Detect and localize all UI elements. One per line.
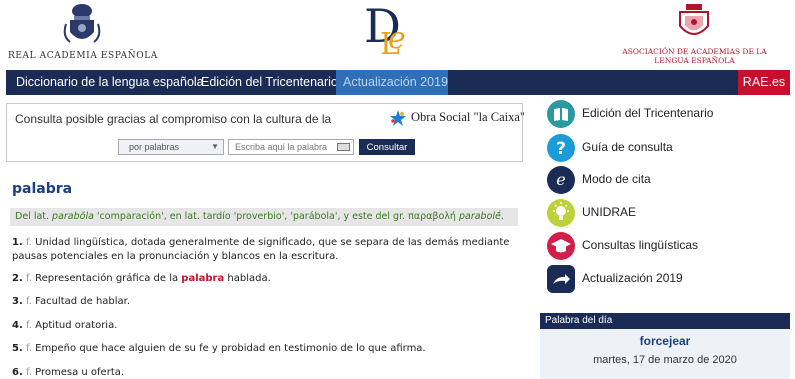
def-number: 2. — [12, 273, 23, 284]
sidebar-item-modo-cita[interactable]: e Modo de cita — [547, 166, 787, 196]
nav-diccionario[interactable]: Diccionario de la lengua española — [16, 70, 204, 95]
question-icon: ? — [547, 134, 575, 162]
keyboard-icon[interactable] — [337, 143, 350, 151]
etym-suffix: . — [500, 211, 504, 222]
def-text: Empeño que hace alguien de su fe y probi… — [35, 343, 426, 354]
consultar-button[interactable]: Consultar — [359, 139, 415, 155]
word-of-day-date: martes, 17 de marzo de 2020 — [593, 354, 737, 366]
sidebar-item-consultas[interactable]: Consultas lingüísticas — [547, 232, 787, 262]
sidebar-item-tricentenario[interactable]: Edición del Tricentenario — [547, 100, 787, 130]
asale-crest-icon — [679, 4, 709, 35]
definition-5: 5. f. Empeño que hace alguien de su fe y… — [12, 342, 426, 356]
sidebar-item-actualizacion[interactable]: Actualización 2019 — [547, 265, 787, 295]
svg-text:?: ? — [556, 139, 566, 159]
def-abbr[interactable]: f. — [26, 367, 32, 378]
svg-text:e: e — [556, 170, 565, 189]
etym-prefix: Del lat. — [15, 211, 53, 222]
book-icon — [547, 100, 575, 128]
svg-text:e: e — [388, 21, 406, 56]
definition-4: 4. f. Aptitud oratoria. — [12, 319, 117, 333]
graduation-cap-icon — [547, 232, 575, 260]
caixa-star-icon — [390, 110, 406, 126]
sponsor-name: Obra Social "la Caixa" — [411, 110, 525, 124]
definition-6: 6. f. Promesa u oferta. — [12, 366, 124, 379]
definition-1: 1. f. Unidad lingüística, dotada general… — [12, 236, 522, 264]
def-abbr[interactable]: f. — [26, 343, 32, 354]
sidebar-item-label: UNIDRAE — [582, 205, 637, 219]
search-mode-value: por palabras — [129, 142, 180, 152]
nav-tricentenario[interactable]: Edición del Tricentenario — [201, 70, 338, 95]
def-text: Promesa u oferta. — [35, 367, 125, 378]
def-text: Aptitud oratoria. — [35, 320, 118, 331]
search-panel: Consulta posible gracias al compromiso c… — [6, 103, 525, 162]
def-abbr[interactable]: f. — [26, 320, 32, 331]
rae-name: REAL ACADEMIA ESPAÑOLA — [8, 51, 158, 61]
sidebar-item-label: Modo de cita — [582, 172, 651, 186]
entry-headword: palabra — [12, 181, 73, 197]
etym-term-greek: parabolḗ — [458, 211, 501, 222]
definition-2: 2. f. Representación gráfica de la palab… — [12, 272, 271, 286]
definition-3: 3. f. Facultad de hablar. — [12, 295, 130, 309]
etymology: Del lat. parabŏla 'comparación', en lat.… — [10, 208, 518, 226]
dle-logo-icon[interactable]: D L e — [362, 2, 410, 64]
sidebar-item-label: Consultas lingüísticas — [582, 238, 699, 252]
def-text: hablada. — [224, 273, 271, 284]
lightbulb-icon — [547, 199, 575, 227]
def-abbr[interactable]: f. — [26, 237, 32, 248]
def-number: 3. — [12, 296, 23, 307]
etym-mid: 'comparación', en lat. tardío 'proverbio… — [93, 211, 459, 222]
word-of-day-header: Palabra del día — [540, 313, 790, 329]
sidebar-item-guia[interactable]: ? Guía de consulta — [547, 134, 787, 164]
def-text: Representación gráfica de la — [35, 273, 182, 284]
search-input[interactable] — [228, 139, 354, 155]
def-text: Facultad de hablar. — [35, 296, 131, 307]
cite-icon: e — [547, 166, 575, 194]
def-number: 6. — [12, 367, 23, 378]
sponsor-logo[interactable]: Obra Social "la Caixa" — [389, 108, 525, 128]
nav-actualizacion[interactable]: Actualización 2019 — [336, 70, 448, 95]
sidebar-item-label: Edición del Tricentenario — [582, 106, 714, 120]
arrow-icon — [547, 265, 575, 293]
def-abbr[interactable]: f. — [26, 273, 32, 284]
word-of-day-panel: forcejear martes, 17 de marzo de 2020 — [540, 329, 790, 379]
nav-rae-es[interactable]: RAE.es — [738, 70, 790, 95]
search-mode-select[interactable]: por palabras ▼ — [118, 139, 224, 155]
sponsor-text: Consulta posible gracias al compromiso c… — [15, 112, 332, 126]
def-highlight: palabra — [181, 273, 225, 284]
sidebar-item-label: Guía de consulta — [582, 140, 673, 154]
def-number: 1. — [12, 237, 23, 248]
site-header: REAL ACADEMIA ESPAÑOLA D L e ASOCIACIÓN … — [0, 0, 795, 70]
def-abbr[interactable]: f. — [26, 296, 32, 307]
def-number: 4. — [12, 320, 23, 331]
def-text: Unidad lingüística, dotada generalmente … — [12, 237, 510, 262]
chevron-down-icon: ▼ — [211, 142, 219, 151]
etym-term-latin: parabŏla — [52, 211, 94, 222]
rae-crest-icon — [63, 4, 101, 43]
word-of-day-link[interactable]: forcejear — [540, 334, 790, 348]
asale-logo[interactable]: ASOCIACIÓN DE ACADEMIAS DE LA LENGUA ESP… — [622, 2, 767, 66]
def-number: 5. — [12, 343, 23, 354]
sidebar-item-unidrae[interactable]: UNIDRAE — [547, 199, 787, 229]
asale-name: ASOCIACIÓN DE ACADEMIAS DE LA LENGUA ESP… — [622, 47, 767, 65]
sidebar-item-label: Actualización 2019 — [582, 271, 683, 285]
main-nav: Diccionario de la lengua española Edició… — [6, 70, 790, 95]
rae-logo[interactable]: REAL ACADEMIA ESPAÑOLA — [8, 2, 158, 66]
